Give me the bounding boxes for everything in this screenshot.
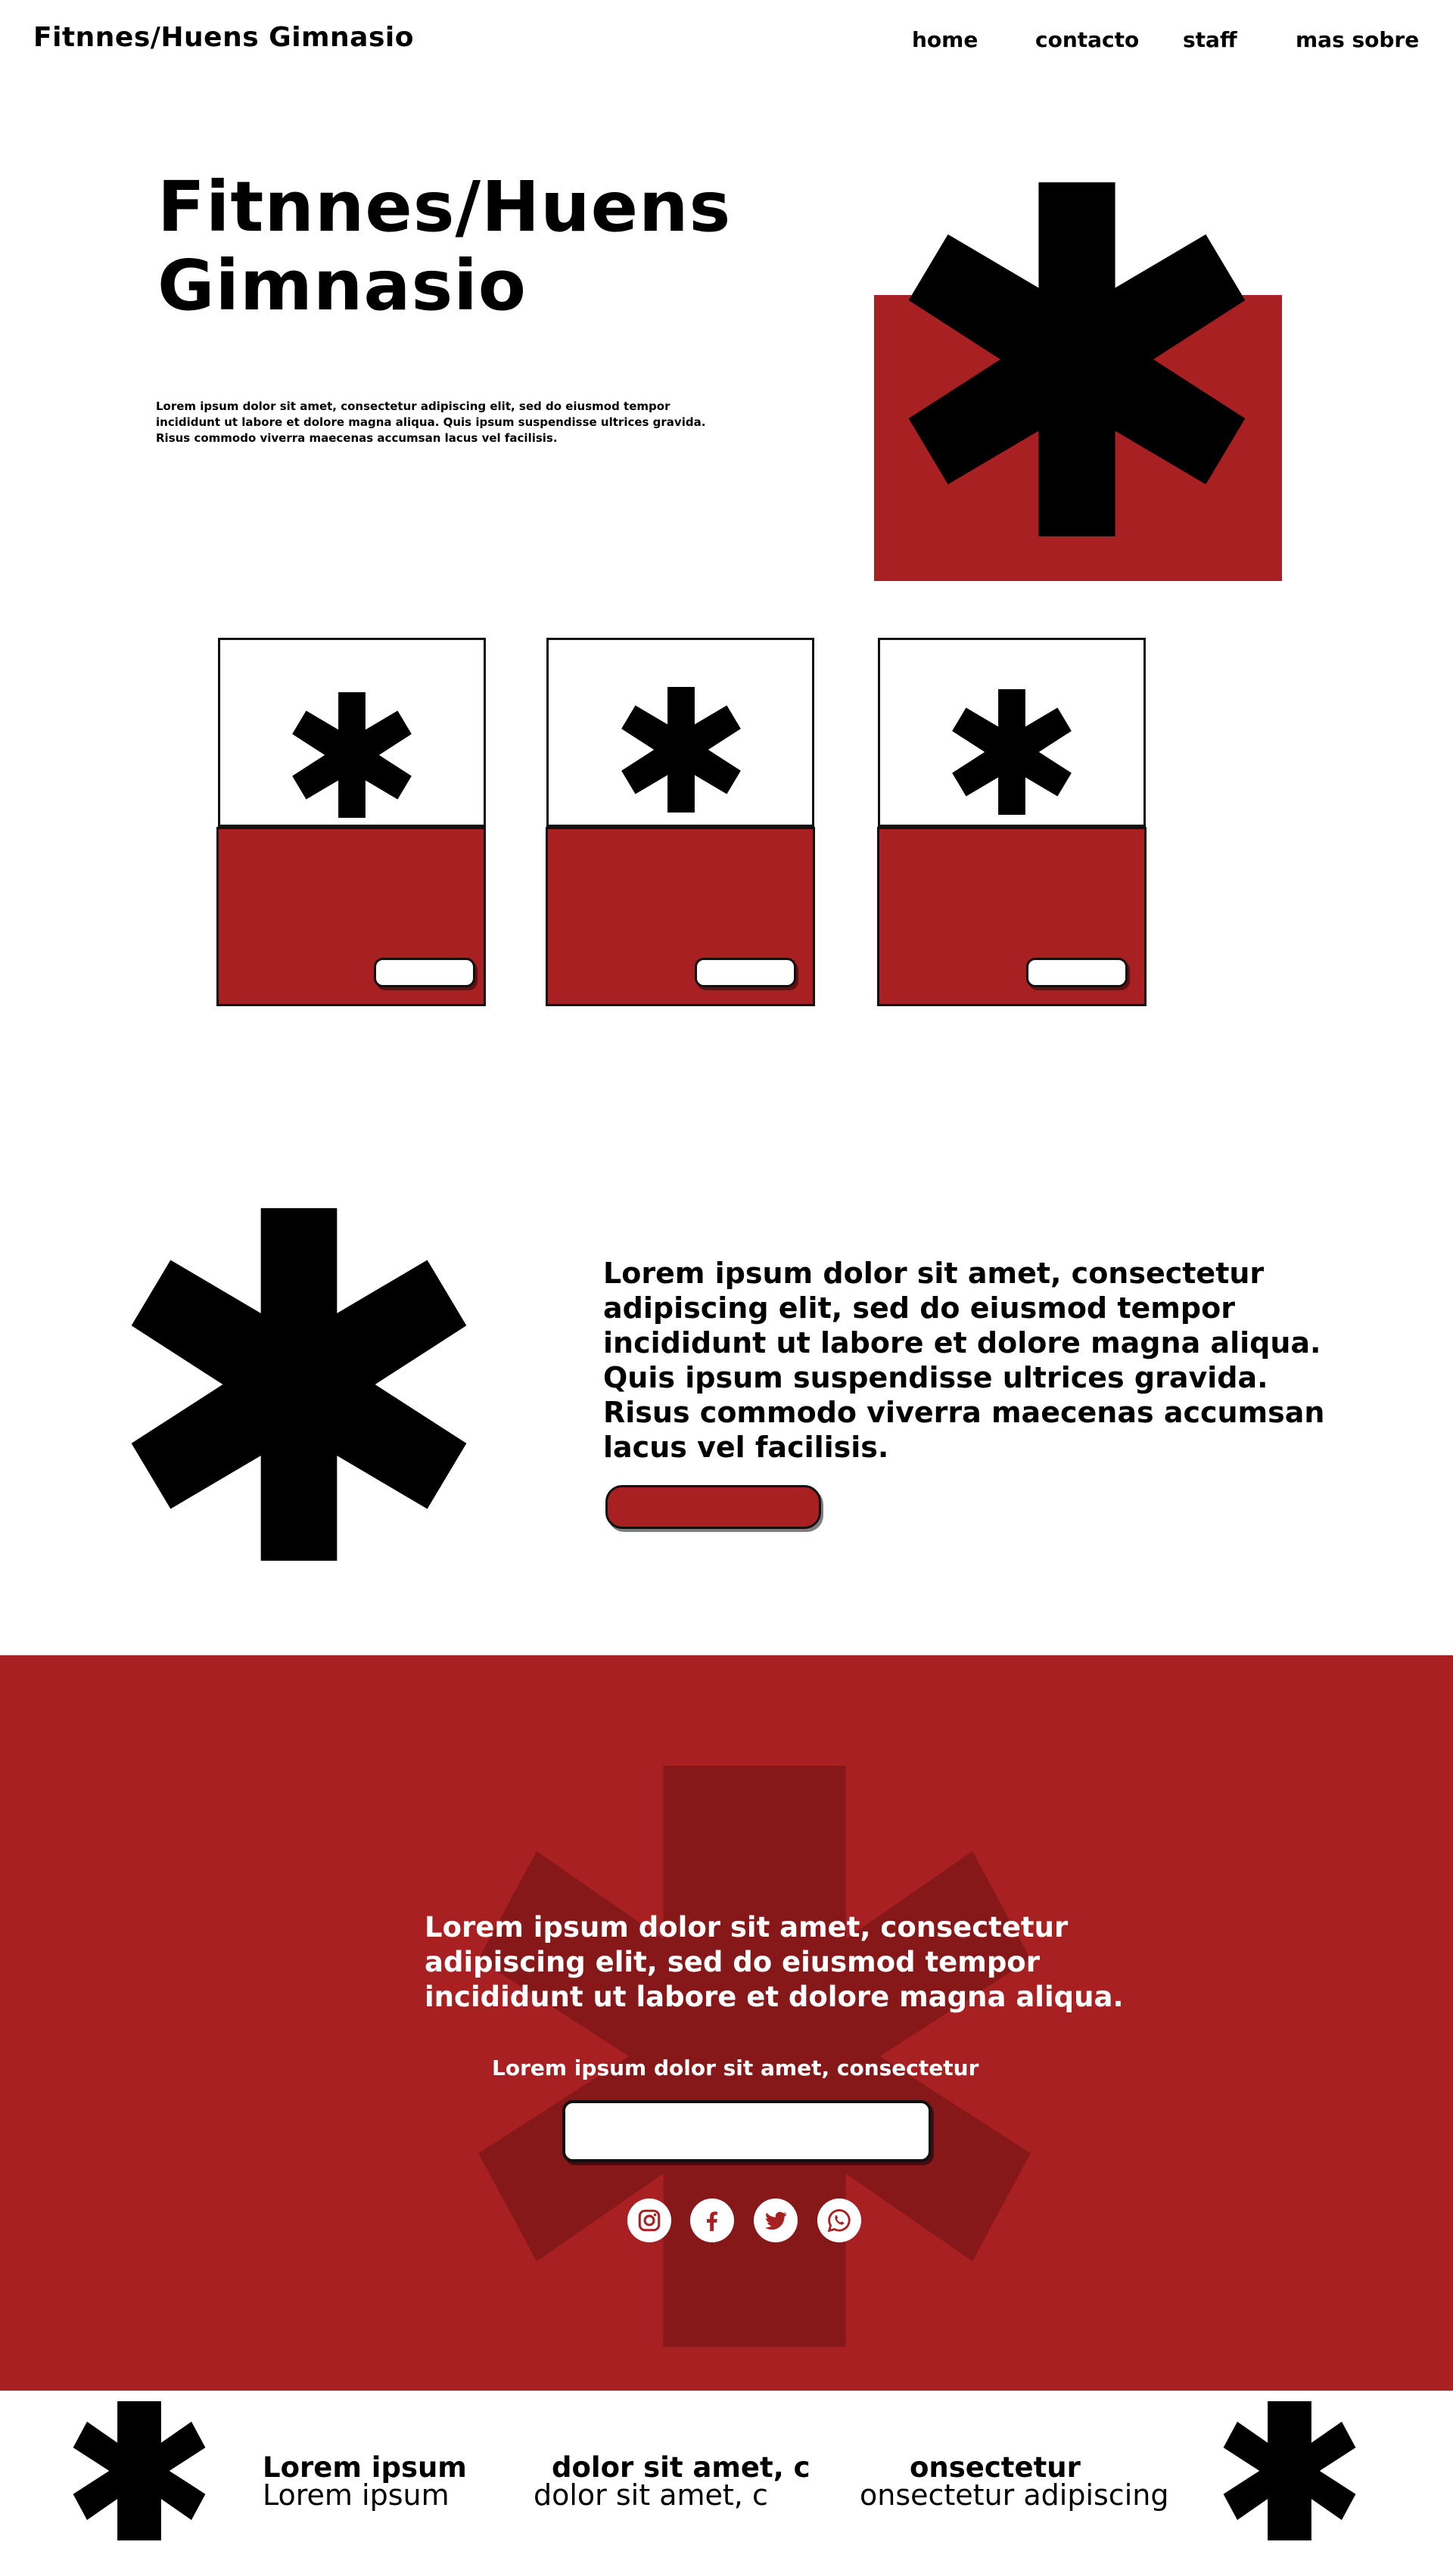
footer-column-link[interactable]: dolor sit amet, c <box>534 2478 768 2512</box>
newsletter-subheading: Lorem ipsum dolor sit amet, consectetur <box>492 2056 979 2080</box>
newsletter-heading: Lorem ipsum dolor sit amet, consectetur … <box>425 1911 1124 2013</box>
twitter-icon[interactable] <box>754 2198 798 2242</box>
card-asterisk-icon <box>292 692 412 818</box>
facebook-glyph <box>707 2211 717 2232</box>
card-asterisk-icon <box>621 687 741 813</box>
card-button[interactable] <box>695 958 796 987</box>
newsletter-input[interactable] <box>562 2100 932 2162</box>
instagram-glyph <box>638 2209 661 2232</box>
card-button[interactable] <box>374 958 475 987</box>
brand-logo-text[interactable]: Fitnnes/Huens Gimnasio <box>33 21 414 54</box>
feature-asterisk-icon <box>131 1208 467 1561</box>
footer-column-link[interactable]: onsectetur adipiscing <box>860 2478 1168 2512</box>
nav-mas-sobre[interactable]: mas sobre <box>1296 27 1419 53</box>
hero-title: Fitnnes/Huens Gimnasio <box>157 166 732 326</box>
whatsapp-glyph <box>827 2209 851 2233</box>
newsletter-section <box>0 1655 1453 2391</box>
hero-body: Lorem ipsum dolor sit amet, consectetur … <box>156 399 706 445</box>
card-button[interactable] <box>1026 958 1128 987</box>
whatsapp-icon[interactable] <box>817 2198 861 2242</box>
nav-home[interactable]: home <box>912 27 978 53</box>
card-asterisk-icon <box>952 689 1072 815</box>
twitter-glyph <box>764 2211 787 2230</box>
instagram-icon[interactable] <box>627 2198 671 2242</box>
hero-asterisk-icon <box>908 182 1246 536</box>
footer-right-asterisk-icon <box>1223 2401 1356 2540</box>
footer-left-asterisk-icon <box>73 2401 206 2540</box>
feature-button[interactable] <box>605 1485 821 1529</box>
footer-column-link[interactable]: Lorem ipsum <box>263 2478 450 2512</box>
nav-contacto[interactable]: contacto <box>1035 27 1139 53</box>
nav-staff[interactable]: staff <box>1183 27 1237 53</box>
facebook-icon[interactable] <box>690 2198 734 2242</box>
feature-text: Lorem ipsum dolor sit amet, consectetur … <box>603 1257 1325 1464</box>
brand-name: Fitnnes/Huens Gimnasio <box>33 22 414 53</box>
